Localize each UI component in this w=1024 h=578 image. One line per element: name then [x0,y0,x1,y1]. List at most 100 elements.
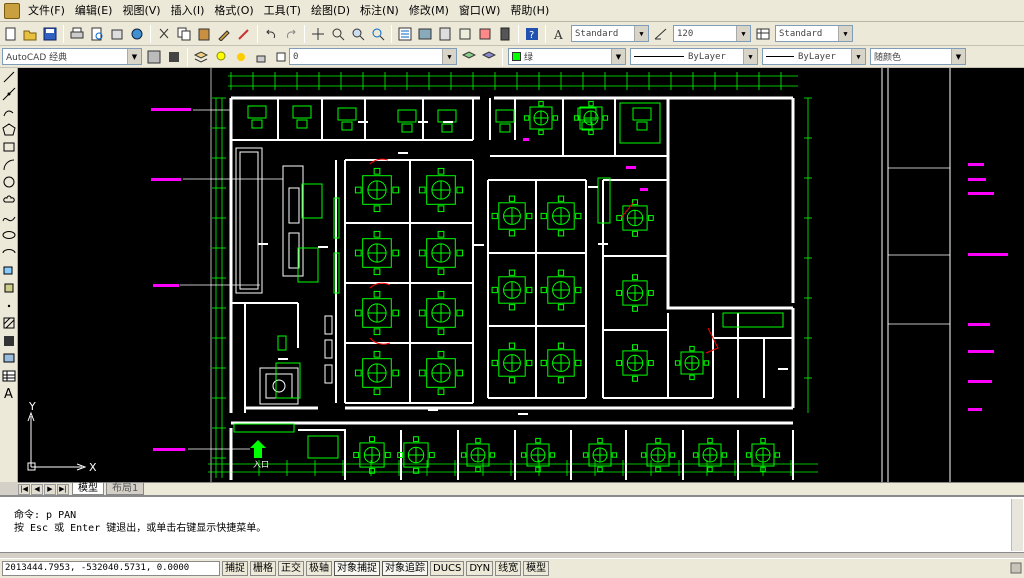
last-tab-icon[interactable]: ▶| [57,483,69,495]
otrack-toggle[interactable]: 对象追踪 [382,561,428,576]
design-center-icon[interactable] [416,25,434,43]
region-tool-icon[interactable] [0,350,18,368]
construction-line-tool-icon[interactable] [0,86,18,104]
menu-insert[interactable]: 插入(I) [166,1,210,21]
print-icon[interactable] [68,25,86,43]
layer-manager-icon[interactable] [192,48,210,66]
cut-icon[interactable] [155,25,173,43]
circle-tool-icon[interactable] [0,174,18,192]
zoom-realtime-icon[interactable] [329,25,347,43]
zoom-previous-icon[interactable] [369,25,387,43]
line-tool-icon[interactable] [0,68,18,86]
make-current-layer-icon[interactable] [460,48,478,66]
print-preview-icon[interactable] [88,25,106,43]
publish-icon[interactable] [108,25,126,43]
menu-view[interactable]: 视图(V) [117,1,165,21]
menu-draw[interactable]: 绘图(D) [306,1,355,21]
polar-toggle[interactable]: 极轴 [306,561,332,576]
make-block-tool-icon[interactable] [0,279,18,297]
insert-block-tool-icon[interactable] [0,262,18,280]
save-workspace-icon[interactable] [165,48,183,66]
dimension-scale-select[interactable]: 120 ▼ [673,25,751,42]
table-tool-icon[interactable] [0,367,18,385]
spline-tool-icon[interactable] [0,209,18,227]
prev-tab-icon[interactable]: ◀ [31,483,43,495]
snap-toggle[interactable]: 捕捉 [222,561,248,576]
table-style-icon[interactable] [754,25,772,43]
lineweight-toggle[interactable]: 线宽 [495,561,522,576]
workspace-settings-icon[interactable] [145,48,163,66]
next-tab-icon[interactable]: ▶ [44,483,56,495]
command-line-window[interactable]: 命令: p PAN 按 Esc 或 Enter 键退出，或单击右键显示快捷菜单。 [0,495,1024,553]
desk-cluster [491,269,533,311]
menu-help[interactable]: 帮助(H) [505,1,554,21]
layer-freeze-sun-icon[interactable] [232,48,250,66]
open-folder-icon[interactable] [21,25,39,43]
undo-icon[interactable] [262,25,280,43]
point-tool-icon[interactable] [0,297,18,315]
first-tab-icon[interactable]: |◀ [18,483,30,495]
lineweight-control-select[interactable]: ByLayer ▼ [762,48,866,65]
layer-select[interactable]: 0 ▼ [289,48,457,65]
new-file-icon[interactable] [1,25,19,43]
pan-realtime-icon[interactable] [309,25,327,43]
drawing-canvas[interactable]: 入口 Y X [18,68,1024,482]
multiline-text-tool-icon[interactable]: A [0,385,18,403]
dyn-toggle[interactable]: DYN [466,561,494,576]
rectangle-tool-icon[interactable] [0,138,18,156]
text-style-icon[interactable]: A [550,25,568,43]
polygon-tool-icon[interactable] [0,121,18,139]
layer-previous-icon[interactable] [480,48,498,66]
ducs-toggle[interactable]: DUCS [430,561,465,576]
tray-settings-icon[interactable] [1010,562,1022,574]
properties-icon[interactable] [396,25,414,43]
paste-icon[interactable] [195,25,213,43]
menu-format[interactable]: 格式(O) [209,1,258,21]
grid-toggle[interactable]: 栅格 [250,561,276,576]
menu-window[interactable]: 窗口(W) [454,1,505,21]
polyline-tool-icon[interactable] [0,103,18,121]
arc-tool-icon[interactable] [0,156,18,174]
ellipse-tool-icon[interactable] [0,226,18,244]
save-icon[interactable] [41,25,59,43]
entrance-marker: 入口 [250,440,269,469]
sheet-set-icon[interactable] [456,25,474,43]
menu-file[interactable]: 文件(F) [23,1,70,21]
tool-palettes-icon[interactable] [436,25,454,43]
block-editor-icon[interactable] [235,25,253,43]
help-icon[interactable]: ? [523,25,541,43]
text-style-select[interactable]: Standard ▼ [571,25,649,42]
plot-style-select[interactable]: 随颜色 ▼ [870,48,966,65]
color-control-select[interactable]: 绿 ▼ [508,48,626,65]
layer-lock-icon[interactable] [252,48,270,66]
annotation-text-mark [523,138,529,141]
redo-icon[interactable] [282,25,300,43]
model-space-toggle[interactable]: 模型 [523,561,550,576]
command-scrollbar[interactable] [1011,499,1023,551]
gradient-tool-icon[interactable] [0,332,18,350]
layer-on-bulb-icon[interactable] [212,48,230,66]
menu-tools[interactable]: 工具(T) [259,1,306,21]
menu-edit[interactable]: 编辑(E) [70,1,118,21]
markup-icon[interactable] [476,25,494,43]
ellipse-arc-tool-icon[interactable] [0,244,18,262]
desk-cluster [354,230,400,276]
hatch-tool-icon[interactable] [0,314,18,332]
tab-layout1[interactable]: 布局1 [106,483,145,495]
dimension-style-icon[interactable] [652,25,670,43]
osnap-toggle[interactable]: 对象捕捉 [334,561,380,576]
ortho-toggle[interactable]: 正交 [278,561,304,576]
revision-cloud-tool-icon[interactable] [0,191,18,209]
3d-dwf-icon[interactable] [128,25,146,43]
linetype-control-select[interactable]: ByLayer ▼ [630,48,758,65]
calculator-icon[interactable] [496,25,514,43]
workspace-select[interactable]: AutoCAD 经典 ▼ [2,48,142,65]
menu-dimension[interactable]: 标注(N) [355,1,404,21]
copy-icon[interactable] [175,25,193,43]
autocad-app-icon[interactable] [4,2,20,19]
menu-modify[interactable]: 修改(M) [404,1,454,21]
zoom-window-icon[interactable] [349,25,367,43]
match-properties-icon[interactable] [215,25,233,43]
table-style-select[interactable]: Standard ▼ [775,25,853,42]
tab-model[interactable]: 模型 [72,483,104,495]
